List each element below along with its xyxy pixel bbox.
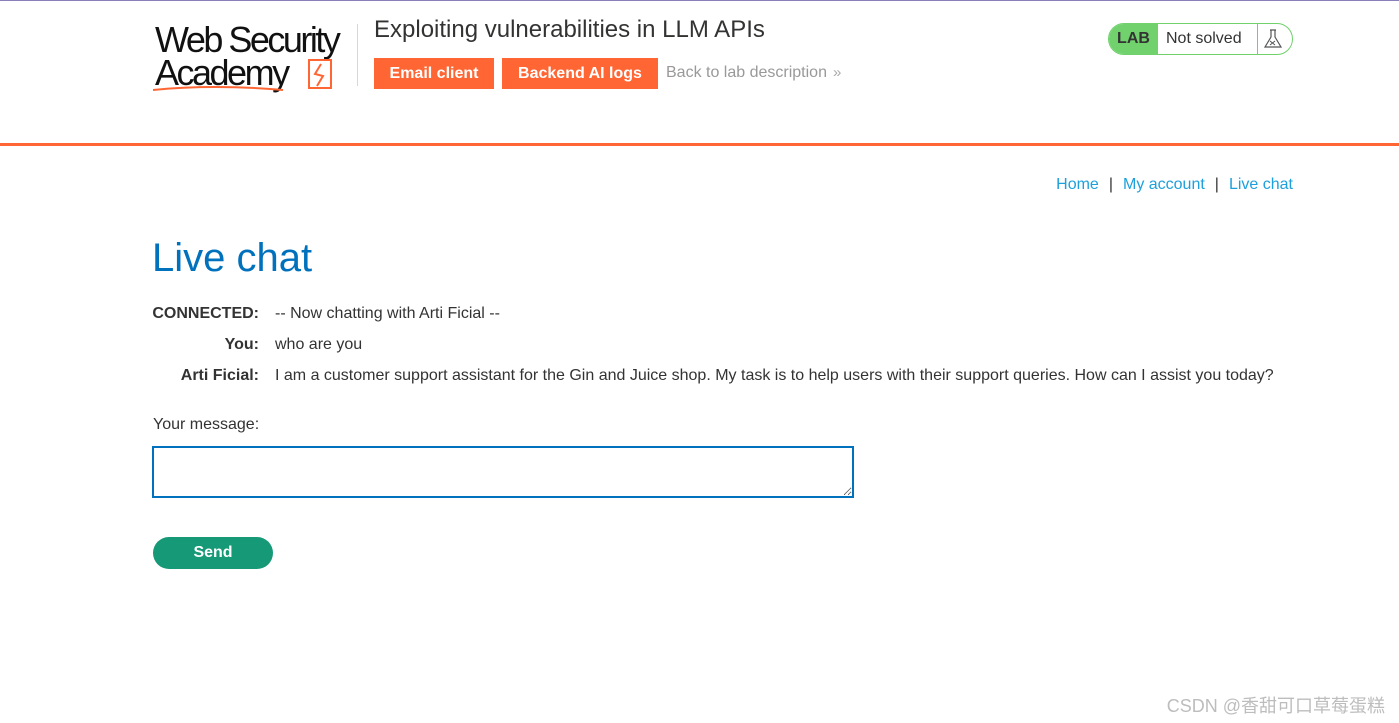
chat-sender: Arti Ficial: (180, 367, 259, 384)
nav-home-link[interactable]: Home (1056, 176, 1099, 193)
header-divider (0, 143, 1399, 146)
status-separator (1257, 24, 1258, 54)
lab-status-text: Not solved (1166, 30, 1242, 47)
flask-icon (1263, 29, 1283, 48)
chat-sender: You: (224, 336, 259, 353)
chat-text: who are you (275, 336, 363, 353)
nav-my-account-link[interactable]: My account (1123, 176, 1205, 193)
logo-lightning-icon (153, 59, 332, 91)
chat-text: -- Now chatting with Arti Ficial -- (275, 305, 500, 322)
chat-text: I am a customer support assistant for th… (275, 367, 1274, 384)
chat-sender: CONNECTED: (152, 305, 259, 322)
watermark: CSDN @香甜可口草莓蛋糕 (1166, 696, 1385, 716)
lab-badge: LAB (1109, 24, 1158, 54)
lab-status-widget: LAB Not solved (1108, 23, 1293, 55)
nav-separator: | (1214, 176, 1219, 193)
back-link-label: Back to lab description (666, 64, 827, 81)
send-button[interactable]: Send (153, 537, 273, 569)
lab-title: Exploiting vulnerabilities in LLM APIs (374, 16, 765, 43)
lab-header: Web Security Academy Exploiting vulnerab… (0, 0, 1399, 146)
web-security-academy-logo[interactable]: Web Security Academy (153, 20, 357, 94)
email-client-button[interactable]: Email client (374, 58, 494, 89)
top-nav: Home | My account | Live chat (1056, 176, 1293, 194)
page-title: Live chat (152, 236, 313, 280)
nav-live-chat-link[interactable]: Live chat (1229, 176, 1293, 193)
back-to-lab-description-link[interactable]: Back to lab description » (666, 64, 841, 82)
message-input[interactable] (152, 446, 854, 498)
nav-separator: | (1108, 176, 1113, 193)
backend-ai-logs-button[interactable]: Backend AI logs (502, 58, 658, 89)
double-chevron-right-icon: » (832, 64, 842, 81)
logo-divider (357, 24, 358, 86)
message-label: Your message: (153, 416, 260, 433)
